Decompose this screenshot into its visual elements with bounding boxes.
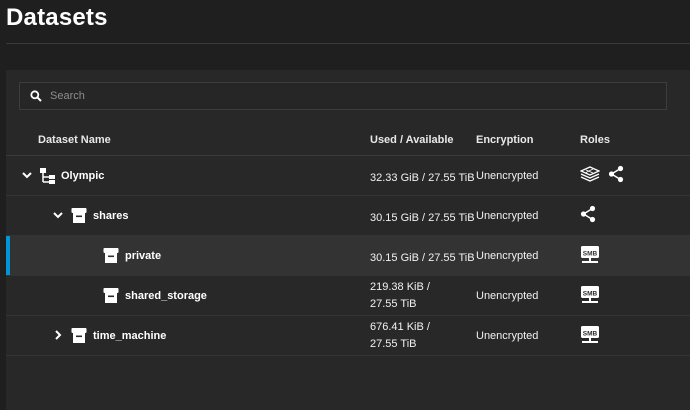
encryption-status: Unencrypted (476, 250, 539, 262)
encryption-status: Unencrypted (476, 330, 539, 342)
column-encryption[interactable]: Encryption (476, 134, 533, 146)
dataset-name: private (125, 250, 162, 262)
roles: SMB (580, 245, 600, 265)
dataset-tree-icon (40, 168, 55, 184)
roles (580, 205, 596, 223)
dataset-row-private[interactable]: private 30.15 GiB / 27.55 TiB Unencrypte… (6, 236, 690, 276)
dataset-name: Olympic (61, 170, 105, 182)
chevron-down-icon[interactable] (52, 209, 64, 221)
used-available: 30.15 GiB / 27.55 TiB (370, 212, 475, 224)
dataset-root-icon (580, 166, 600, 182)
used-available: 32.33 GiB / 27.55 TiB (370, 172, 475, 184)
dataset-name: shares (93, 210, 129, 222)
used-line-1: 219.38 KiB / (370, 281, 430, 293)
svg-text:SMB: SMB (583, 251, 598, 258)
page-title: Datasets (6, 4, 108, 31)
chevron-right-icon[interactable] (52, 329, 64, 341)
encryption-status: Unencrypted (476, 290, 539, 302)
smb-share-icon: SMB (581, 286, 599, 303)
dataset-icon (103, 288, 119, 303)
search-box[interactable] (19, 82, 667, 110)
column-used-available[interactable]: Used / Available (370, 134, 454, 146)
search-input[interactable] (50, 83, 650, 109)
svg-text:SMB: SMB (583, 331, 598, 338)
roles (580, 165, 624, 183)
share-icon (580, 205, 596, 223)
roles: SMB (580, 285, 600, 305)
column-dataset-name[interactable]: Dataset Name (38, 134, 111, 146)
encryption-status: Unencrypted (476, 170, 539, 182)
dataset-row-shared-storage[interactable]: shared_storage 219.38 KiB / 27.55 TiB Un… (6, 276, 690, 316)
encryption-status: Unencrypted (476, 210, 539, 222)
dataset-icon (103, 248, 119, 263)
roles: SMB (580, 325, 600, 345)
title-divider (6, 43, 690, 44)
dataset-name: time_machine (93, 330, 167, 342)
used-line-2: 27.55 TiB (370, 338, 417, 350)
table-header: Dataset Name Used / Available Encryption… (6, 126, 690, 156)
used-line-2: 27.55 TiB (370, 298, 417, 310)
chevron-down-icon[interactable] (21, 169, 33, 181)
smb-share-icon: SMB (581, 326, 599, 343)
used-available: 30.15 GiB / 27.55 TiB (370, 252, 475, 264)
used-available: 676.41 KiB / 27.55 TiB (370, 319, 475, 353)
used-available: 219.38 KiB / 27.55 TiB (370, 279, 475, 313)
used-line-1: 676.41 KiB / (370, 321, 430, 333)
dataset-name: shared_storage (125, 290, 207, 302)
datasets-card: Dataset Name Used / Available Encryption… (6, 70, 690, 410)
dataset-icon (71, 208, 87, 223)
svg-text:SMB: SMB (583, 291, 598, 298)
smb-share-icon: SMB (581, 246, 599, 263)
dataset-icon (71, 328, 87, 343)
search-icon (30, 90, 42, 102)
dataset-row-shares[interactable]: shares 30.15 GiB / 27.55 TiB Unencrypted (6, 196, 690, 236)
dataset-row-olympic[interactable]: Olympic 32.33 GiB / 27.55 TiB Unencrypte… (6, 156, 690, 196)
dataset-row-time-machine[interactable]: time_machine 676.41 KiB / 27.55 TiB Unen… (6, 316, 690, 356)
share-icon (608, 165, 624, 183)
column-roles[interactable]: Roles (580, 134, 610, 146)
